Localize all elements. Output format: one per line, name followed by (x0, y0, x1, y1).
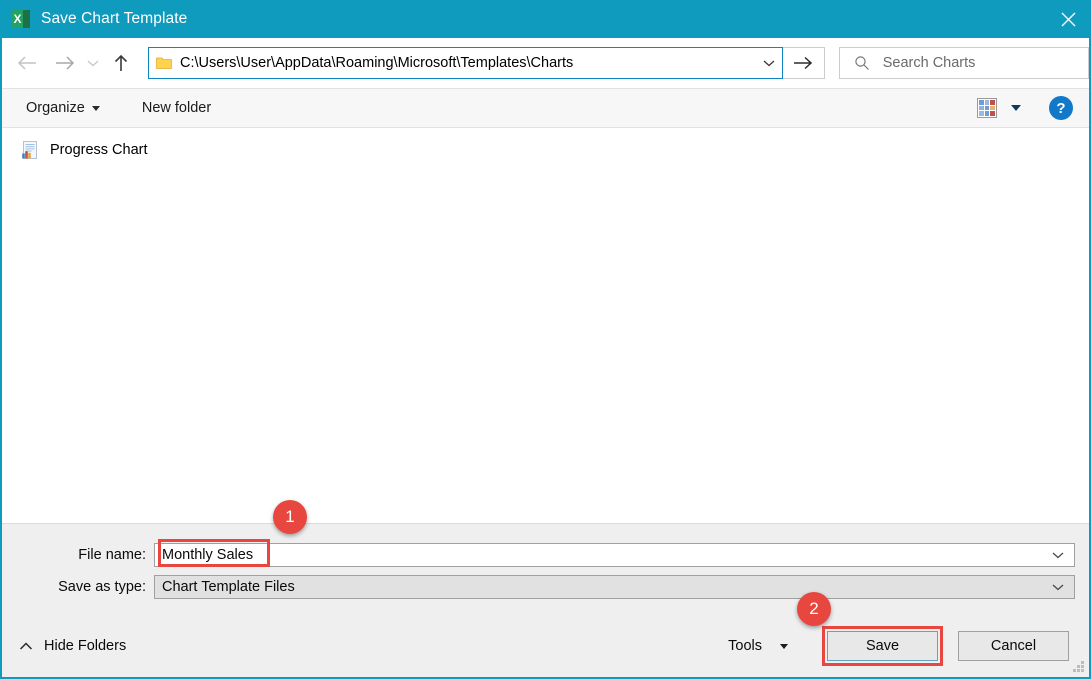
close-icon (1061, 12, 1075, 26)
file-name-value: Monthly Sales (162, 547, 254, 563)
search-input[interactable]: Search Charts (883, 55, 976, 71)
organize-label: Organize (26, 100, 85, 116)
file-list[interactable]: Progress Chart (2, 129, 1089, 523)
help-label: ? (1056, 99, 1066, 117)
new-folder-button[interactable]: New folder (136, 89, 217, 127)
command-toolbar: Organize New folder ? (2, 88, 1089, 128)
title-bar: X Save Chart Template (0, 0, 1091, 38)
save-as-type-select[interactable]: Chart Template Files (154, 575, 1075, 599)
save-button[interactable]: Save (827, 631, 938, 661)
hide-folders-label: Hide Folders (44, 638, 127, 654)
hide-folders-button[interactable]: Hide Folders (18, 638, 126, 654)
new-folder-label: New folder (141, 100, 212, 116)
back-button[interactable] (12, 48, 42, 78)
view-grid-icon[interactable] (977, 98, 997, 118)
file-name-input[interactable]: Monthly Sales (154, 543, 1075, 567)
chevron-down-icon (87, 60, 99, 67)
save-chart-template-dialog: X Save Chart Template C:\Users\User\AppD… (0, 0, 1091, 679)
organize-button[interactable]: Organize (20, 89, 106, 127)
chevron-down-icon (91, 105, 100, 111)
go-button[interactable] (783, 47, 825, 79)
address-dropdown-button[interactable] (756, 48, 782, 78)
save-as-type-row: Save as type: Chart Template Files (2, 575, 1089, 599)
resize-grip[interactable] (1073, 661, 1085, 673)
dialog-actions-row: Hide Folders Tools Save Cancel (2, 625, 1089, 667)
search-icon (855, 56, 869, 70)
tools-label: Tools (728, 638, 762, 654)
close-button[interactable] (1045, 0, 1091, 38)
toolbar-right-group: ? (977, 89, 1089, 127)
forward-button[interactable] (50, 48, 80, 78)
bottom-pane: File name: Monthly Sales Save as type: C… (2, 523, 1089, 677)
chevron-up-icon (19, 641, 33, 650)
annotation-badge-1: 1 (273, 500, 307, 534)
chart-template-file-icon (22, 141, 37, 159)
window-title: Save Chart Template (41, 10, 188, 27)
file-name-label: File name: (78, 547, 146, 563)
help-icon[interactable]: ? (1049, 96, 1073, 120)
chevron-down-icon[interactable] (1051, 550, 1065, 560)
list-item[interactable]: Progress Chart (2, 137, 1089, 163)
save-label: Save (865, 638, 900, 654)
chevron-down-icon[interactable] (1051, 582, 1065, 592)
navigation-bar: C:\Users\User\AppData\Roaming\Microsoft\… (2, 38, 1089, 88)
chevron-down-icon (780, 643, 788, 649)
save-as-type-value: Chart Template Files (162, 579, 295, 595)
go-arrow-icon (794, 56, 813, 70)
search-box[interactable]: Search Charts (838, 47, 1089, 79)
address-bar[interactable]: C:\Users\User\AppData\Roaming\Microsoft\… (148, 47, 783, 79)
excel-icon: X (12, 10, 30, 28)
back-arrow-icon (17, 56, 36, 70)
file-name-row: File name: Monthly Sales (2, 543, 1089, 567)
tools-button[interactable]: Tools (726, 634, 790, 658)
cancel-label: Cancel (990, 638, 1037, 654)
save-button-highlight: Save (822, 626, 943, 666)
list-item-label: Progress Chart (50, 142, 148, 158)
up-arrow-icon (114, 54, 128, 71)
folder-icon (156, 57, 172, 69)
up-button[interactable] (106, 48, 136, 78)
chevron-down-icon (763, 60, 775, 67)
address-path: C:\Users\User\AppData\Roaming\Microsoft\… (180, 55, 574, 71)
forward-arrow-icon (56, 56, 75, 70)
annotation-badge-2: 2 (797, 592, 831, 626)
view-options-chevron-down-icon[interactable] (1011, 105, 1021, 111)
save-as-type-label: Save as type: (58, 579, 146, 595)
excel-icon-letter: X (13, 12, 22, 26)
cancel-button[interactable]: Cancel (958, 631, 1069, 661)
recent-locations-button[interactable] (84, 48, 102, 78)
